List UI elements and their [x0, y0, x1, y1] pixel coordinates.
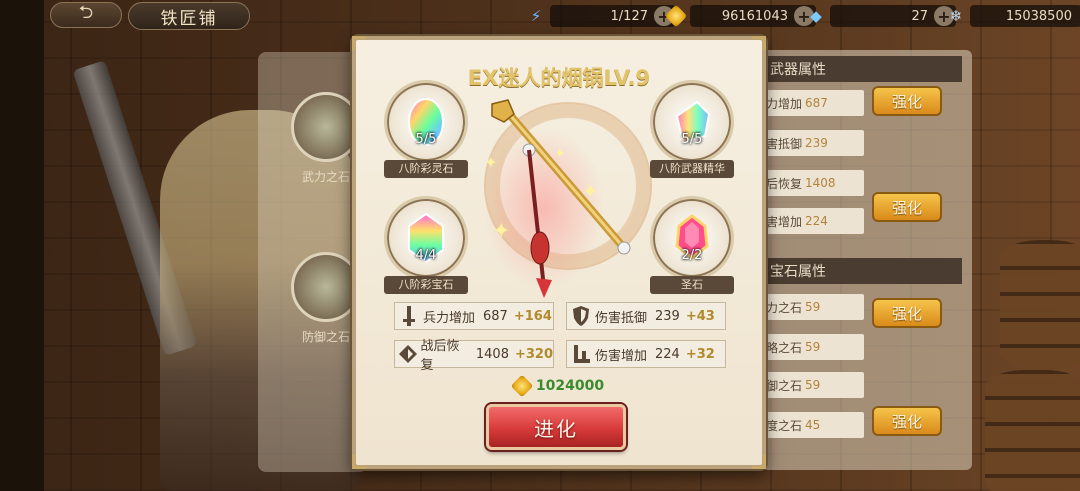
material-count: 5/5	[415, 132, 437, 147]
material-label: 八阶彩宝石	[384, 276, 468, 294]
svg-text:✦: ✦	[492, 219, 510, 244]
evolve-button[interactable]: 进化	[486, 404, 626, 450]
stat-bonus: +164	[513, 308, 552, 324]
stat-value: 224	[655, 346, 680, 362]
stat-name: 战后恢复	[420, 339, 460, 373]
attribute-row: 害增加 224	[762, 208, 864, 234]
material-count: 5/5	[681, 132, 703, 147]
shield-icon	[567, 303, 595, 329]
stone-icon	[291, 252, 361, 322]
attribute-panel: 武器属性 力增加 687 害抵御 239 后恢复 1408 害增加 224 强化 强化 …	[762, 50, 972, 470]
stat-value: 239	[655, 308, 680, 324]
background-barrel	[985, 370, 1080, 491]
stat-name: 伤害抵御	[595, 310, 648, 326]
stat-name: 兵力增加	[423, 310, 476, 326]
stat-value: 1408	[475, 346, 509, 362]
attribute-row: 后恢复 1408	[762, 170, 864, 196]
material-count: 4/4	[415, 248, 437, 263]
background-barrel	[1000, 240, 1080, 370]
attribute-row: 力增加 687	[762, 90, 864, 116]
enhance-button[interactable]: 强化	[872, 86, 942, 116]
section-heading: 宝石属性	[762, 258, 962, 284]
stat-bonus: +43	[685, 308, 715, 324]
frame-corner	[352, 455, 366, 469]
material-count: 2/2	[681, 248, 703, 263]
enhance-button[interactable]: 强化	[872, 192, 942, 222]
evolve-cost: 1024000	[356, 374, 762, 398]
silver-value: 15038500	[1005, 8, 1072, 24]
list-item-label: 防御之石	[301, 330, 350, 344]
background-left-edge	[0, 0, 44, 491]
attribute-row: 略之石 59	[762, 334, 864, 360]
stamina-bolt-icon: ⚡	[530, 7, 542, 25]
page-title: 铁匠铺	[128, 2, 250, 30]
damage-boost-icon	[567, 341, 595, 367]
gold-coin-icon	[664, 4, 688, 28]
stone-icon	[291, 92, 361, 162]
svg-text:✦: ✦	[582, 179, 599, 203]
material-label: 八阶武器精华	[650, 160, 734, 178]
material-slot[interactable]: 5/5 八阶武器精华	[648, 80, 736, 178]
stat-row: 兵力增加 687 +164	[394, 302, 554, 330]
evolve-dialog: EX迷人的烟锅LV.9 ✦ ✦ ✦ ✦ 5/5 八阶彩灵石 5/5 八阶武器精华…	[352, 36, 766, 469]
stat-row: 伤害增加 224 +32	[566, 340, 726, 368]
frame-corner	[752, 455, 766, 469]
enhance-button[interactable]: 强化	[872, 406, 942, 436]
attribute-row: 害抵御 239	[762, 130, 864, 156]
gem-crystal-icon: ◆	[810, 7, 822, 25]
attribute-row: 度之石 45	[762, 412, 864, 438]
cost-value: 1024000	[535, 378, 605, 394]
pipe-weapon-icon: ✦ ✦ ✦ ✦	[484, 99, 631, 298]
recovery-diamond-icon	[395, 341, 421, 367]
stat-row: 战后恢复 1408 +320	[394, 339, 554, 373]
attribute-row: 御之石 59	[762, 372, 864, 398]
list-item-label: 武力之石	[301, 170, 350, 184]
enhance-button[interactable]: 强化	[872, 298, 942, 328]
svg-text:✦: ✦	[554, 146, 566, 162]
material-slot[interactable]: 4/4 八阶彩宝石	[382, 196, 470, 294]
gold-coin-icon	[510, 374, 534, 398]
gem-value: 27	[911, 8, 928, 24]
back-button[interactable]: ⮌	[50, 2, 122, 28]
material-slot[interactable]: 5/5 八阶彩灵石	[382, 80, 470, 178]
material-label: 八阶彩灵石	[384, 160, 468, 178]
stat-bonus: +32	[685, 346, 715, 362]
silver-resource: ❄ 15038500	[946, 4, 1080, 28]
stamina-resource: ⚡ 1/127 +	[526, 4, 676, 28]
stat-value: 687	[483, 308, 508, 324]
material-slot[interactable]: 2/2 圣石	[648, 196, 736, 294]
stat-name: 伤害增加	[595, 348, 648, 364]
stat-bonus: +320	[514, 346, 553, 362]
material-label: 圣石	[650, 276, 734, 294]
svg-text:✦: ✦	[484, 153, 497, 172]
gem-resource: ◆ 27 +	[806, 4, 956, 28]
frame-corner	[352, 36, 366, 50]
back-arrow-icon: ⮌	[78, 2, 94, 23]
attribute-row: 力之石 59	[762, 294, 864, 320]
silver-snowflake-icon: ❄	[949, 7, 963, 25]
top-bar: ⮌ 铁匠铺 ⚡ 1/127 + 96161043 + ◆ 27 + ❄ 1503…	[0, 0, 1080, 32]
frame-corner	[752, 36, 766, 50]
stamina-value: 1/127	[610, 8, 648, 24]
gold-resource: 96161043 +	[664, 4, 816, 28]
stat-row: 伤害抵御 239 +43	[566, 302, 726, 330]
gold-value: 96161043	[721, 8, 788, 24]
sword-icon	[395, 303, 423, 329]
section-heading: 武器属性	[762, 56, 962, 82]
